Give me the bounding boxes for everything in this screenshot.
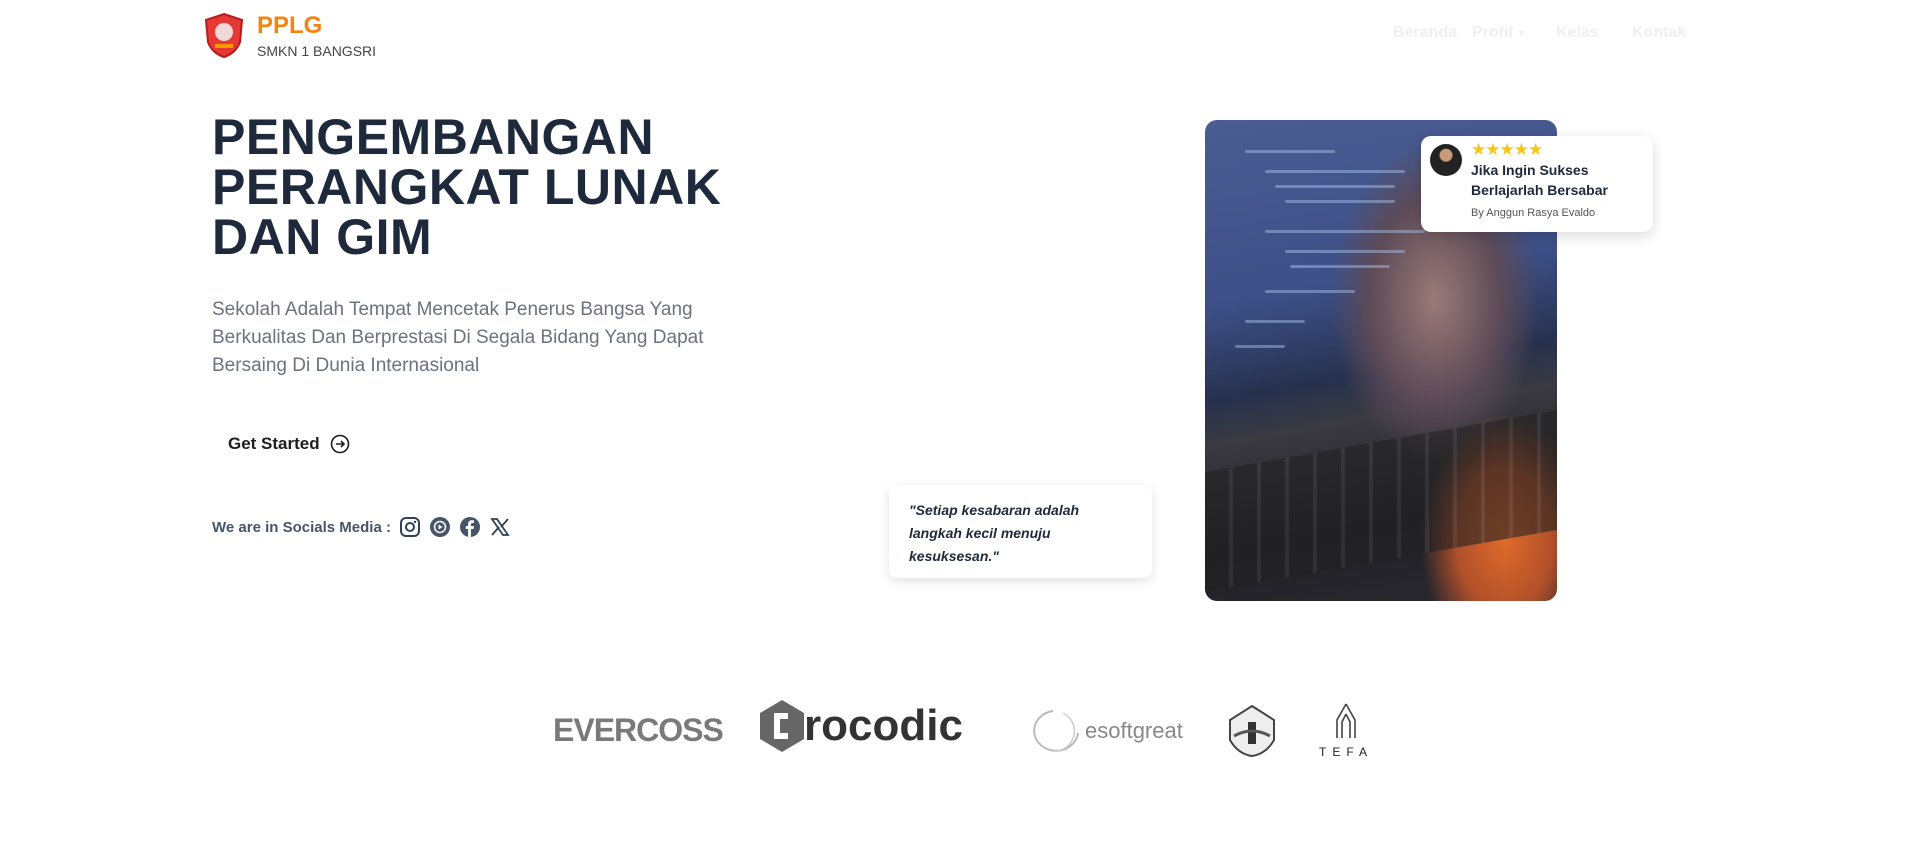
hero-title: PENGEMBANGAN PERANGKAT LUNAK DAN GIM — [212, 112, 721, 262]
rating-stars: ★★★★★ — [1471, 140, 1543, 159]
quote-card: "Setiap kesabaran adalah langkah kecil m… — [889, 485, 1152, 578]
instagram-icon[interactable] — [399, 516, 421, 538]
get-started-label: Get Started — [228, 434, 320, 453]
partner-logo-esoftgreat: esoftgreat — [1023, 708, 1183, 754]
crocodic-text: rocodic — [804, 701, 963, 750]
socials-label: We are in Socials Media : — [212, 518, 391, 536]
nav-beranda[interactable]: Beranda — [1393, 24, 1457, 42]
partner-logo-evercoss: EVERCOSS — [553, 712, 724, 748]
tefa-text: TEFA — [1318, 745, 1373, 759]
title-line: PERANGKAT LUNAK — [212, 159, 722, 215]
reviewer-avatar — [1430, 144, 1462, 176]
review-title: Jika Ingin Sukses Berlajarlah Bersabar — [1471, 162, 1608, 198]
hero-subtitle: Sekolah Adalah Tempat Mencetak Penerus B… — [212, 299, 704, 376]
socials-row: We are in Socials Media : — [212, 516, 511, 538]
nav-label: Kontak — [1632, 24, 1687, 41]
get-started-button[interactable]: Get Started — [228, 434, 350, 454]
tefa-flame-icon — [1336, 703, 1356, 738]
esoftgreat-swirl-icon — [1033, 710, 1079, 752]
partner-logo-tefa: TEFA — [1318, 702, 1374, 759]
facebook-icon[interactable] — [459, 516, 481, 538]
caret-down-icon: ▼ — [1516, 28, 1526, 38]
title-line: PENGEMBANGAN — [212, 109, 655, 165]
nav-kontak[interactable]: Kontak — [1632, 24, 1686, 42]
review-card: ★★★★★ Jika Ingin Sukses Berlajarlah Bers… — [1421, 136, 1653, 232]
youtube-icon[interactable] — [429, 516, 451, 538]
partner-logo-regency-crest — [1226, 704, 1278, 763]
brand-subtitle: SMKN 1 BANGSRI — [257, 43, 377, 59]
crocodic-hex-icon — [760, 700, 804, 752]
nav-kelas[interactable]: Kelas — [1556, 24, 1599, 42]
arrow-right-circle-icon — [330, 434, 349, 454]
brand-name[interactable]: PPLG — [257, 12, 322, 40]
esoftgreat-text: esoftgreat — [1085, 718, 1183, 743]
review-author: By Anggun Rasya Evaldo — [1471, 207, 1596, 219]
nav-profil[interactable]: Profil ▼ — [1472, 24, 1526, 42]
nav-label: Kelas — [1556, 24, 1599, 41]
title-line: DAN GIM — [212, 209, 433, 265]
nav-label: Beranda — [1393, 24, 1458, 41]
school-logo[interactable] — [203, 12, 245, 59]
x-icon[interactable] — [489, 516, 511, 538]
partner-logo-crocodic: rocodic — [760, 700, 963, 752]
nav-label: Profil — [1472, 24, 1513, 41]
